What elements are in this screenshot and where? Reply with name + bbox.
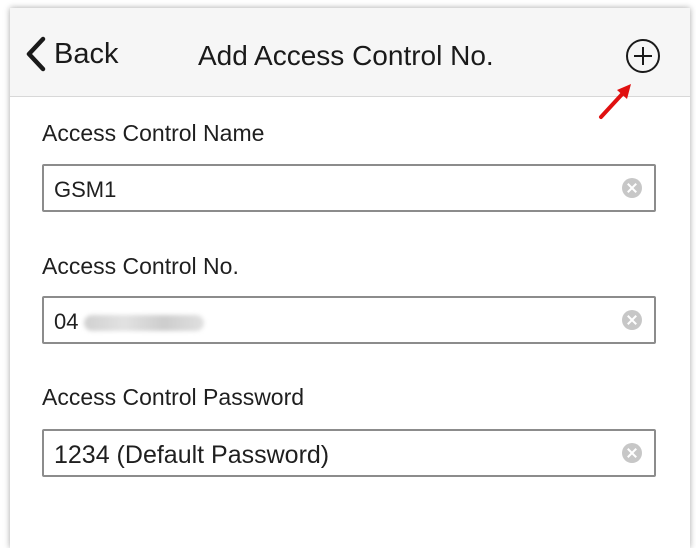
clear-icon[interactable] (622, 443, 642, 463)
access-control-no-label: Access Control No. (42, 253, 239, 279)
access-control-name-field[interactable]: GSM1 (42, 164, 656, 212)
access-control-no-field[interactable]: 04 (42, 296, 656, 344)
clear-icon[interactable] (622, 310, 642, 330)
chevron-left-icon (26, 36, 46, 72)
app-screen: Back Add Access Control No. Access Contr… (10, 8, 690, 548)
plus-circle-icon (626, 39, 660, 73)
back-button[interactable]: Back (24, 34, 118, 74)
navigation-bar: Back Add Access Control No. (10, 8, 690, 97)
access-control-name-label: Access Control Name (42, 120, 265, 146)
access-control-no-value: 04 (54, 309, 205, 335)
add-button[interactable] (625, 38, 661, 74)
page-title: Add Access Control No. (198, 40, 494, 71)
annotation-arrow-icon (595, 80, 635, 122)
access-control-password-field[interactable]: 1234 (Default Password) (42, 429, 656, 477)
clear-icon[interactable] (622, 178, 642, 198)
access-control-password-value: 1234 (Default Password) (54, 441, 330, 469)
redacted-number (84, 315, 205, 331)
access-control-password-label: Access Control Password (42, 384, 305, 410)
access-control-name-value: GSM1 (54, 177, 117, 202)
back-label: Back (54, 37, 119, 70)
